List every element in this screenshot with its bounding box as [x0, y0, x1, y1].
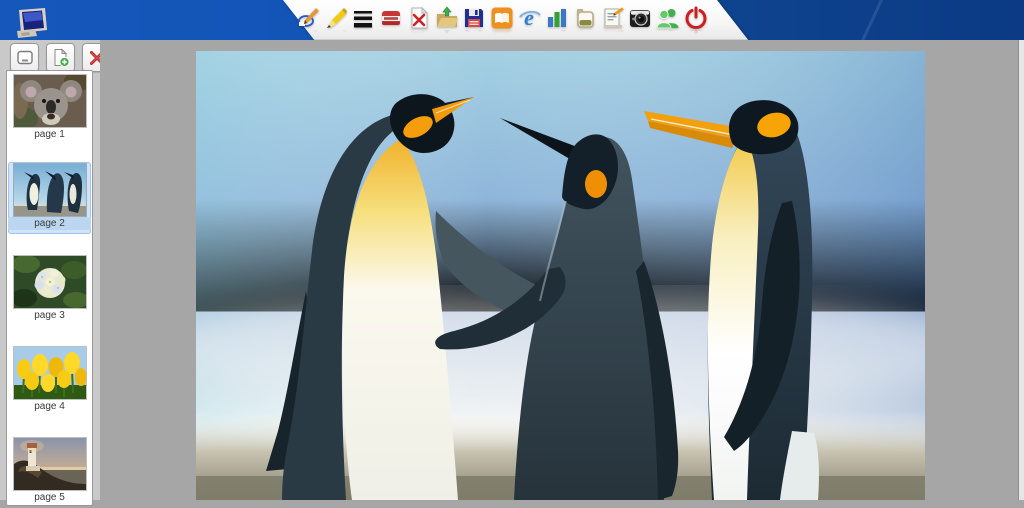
page-thumbnail-1[interactable]: page 1: [8, 73, 91, 145]
svg-text:e: e: [524, 6, 534, 30]
pen-icon[interactable]: [296, 6, 320, 30]
board-button[interactable]: [10, 43, 39, 72]
book-icon[interactable]: [490, 6, 514, 30]
power-icon[interactable]: [684, 6, 708, 30]
page-label: page 3: [34, 310, 65, 321]
users-icon[interactable]: [656, 6, 680, 30]
page-label: page 5: [34, 492, 65, 503]
clear-page-icon[interactable]: [407, 6, 431, 30]
open-folder-icon[interactable]: [435, 6, 459, 30]
my-computer-icon[interactable]: [15, 8, 53, 38]
toolbar-icons: e: [296, 5, 708, 31]
highlighter-icon[interactable]: [324, 6, 348, 30]
koala-thumbnail: [13, 75, 86, 127]
penguins-thumbnail: [13, 164, 86, 216]
camera-icon[interactable]: [628, 6, 652, 30]
whiteboard-canvas[interactable]: [100, 40, 1018, 500]
page-label: page 4: [34, 401, 65, 412]
page-label: page 1: [34, 129, 65, 140]
flower-thumbnail: [13, 256, 86, 308]
main-image-penguins[interactable]: [196, 51, 925, 500]
line-width-icon[interactable]: [351, 6, 375, 30]
page-thumbnail-4[interactable]: page 4: [8, 345, 91, 417]
eraser-icon[interactable]: [379, 6, 403, 30]
pages-sidebar: page 1 page 2 page 3 page 4 page 5: [0, 40, 111, 506]
save-icon[interactable]: [462, 6, 486, 30]
sidebar-buttons: [10, 43, 111, 72]
page-thumbnail-2[interactable]: page 2: [8, 162, 91, 234]
notes-icon[interactable]: [601, 6, 625, 30]
tulips-thumbnail: [13, 347, 86, 399]
add-page-button[interactable]: [46, 43, 75, 72]
browser-icon[interactable]: e: [518, 6, 542, 30]
pages-panel: page 1 page 2 page 3 page 4 page 5: [6, 70, 93, 506]
page-label: page 2: [8, 217, 91, 230]
chart-icon[interactable]: [545, 6, 569, 30]
lighthouse-thumbnail: [13, 438, 86, 490]
page-thumbnail-3[interactable]: page 3: [8, 254, 91, 326]
cup-icon[interactable]: [573, 6, 597, 30]
page-thumbnail-5[interactable]: page 5: [8, 436, 91, 508]
window-right-edge: [1018, 40, 1024, 500]
